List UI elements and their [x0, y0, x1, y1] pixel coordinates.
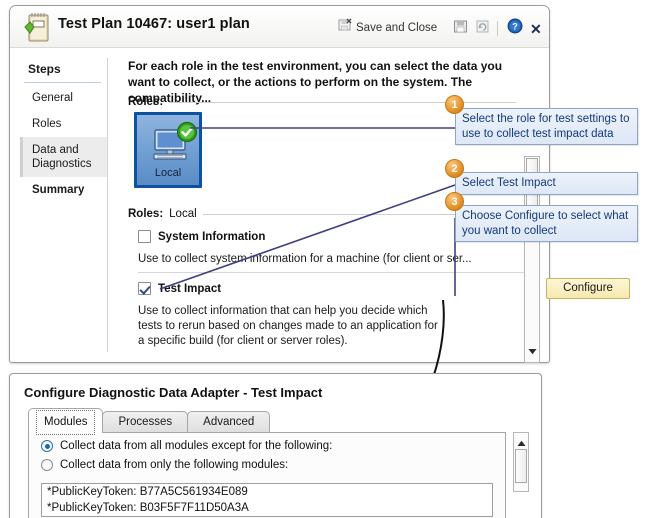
list-item[interactable]: *PublicKeyToken: B77A5C561934E089	[42, 484, 492, 500]
dialog-title: Configure Diagnostic Data Adapter - Test…	[24, 385, 323, 400]
callout-3-text: Choose Configure to select what you want…	[455, 205, 638, 242]
scrollbar-down-arrow-icon[interactable]	[525, 342, 539, 360]
steps-heading: Steps	[28, 62, 61, 76]
radio-only-modules[interactable]	[41, 459, 53, 471]
tab-processes[interactable]: Processes	[102, 411, 189, 433]
radio-row-all-modules[interactable]: Collect data from all modules except for…	[41, 440, 505, 452]
tab-modules-label: Modules	[36, 410, 96, 435]
callout-3: 3 Choose Configure to select what you wa…	[445, 192, 638, 242]
roles-group-rule	[169, 101, 516, 103]
roles-group-label: Roles:	[128, 96, 164, 108]
roles-row-value: Local	[169, 208, 197, 220]
role-tile-caption: Local	[154, 167, 182, 179]
callout-3-number: 3	[445, 192, 464, 211]
close-icon[interactable]: ✕	[530, 22, 542, 36]
svg-text:?: ?	[512, 22, 518, 32]
callout-1-text: Select the role for test settings to use…	[455, 108, 638, 145]
test-impact-configure-button[interactable]: Configure	[546, 278, 630, 299]
tab-modules[interactable]: Modules	[28, 408, 104, 435]
test-impact-label: Test Impact	[158, 282, 222, 295]
adapter-row-test-impact[interactable]: Test Impact	[138, 282, 221, 295]
roles-row-label: Roles:	[128, 208, 164, 220]
list-item[interactable]: *PublicKeyToken: B03F5F7F11D50A3A	[42, 500, 492, 516]
save-and-close-label: Save and Close	[356, 21, 438, 34]
callout-2-text: Select Test Impact	[455, 172, 638, 195]
sidebar-item-general[interactable]: General	[20, 85, 107, 111]
system-information-description: Use to collect system information for a …	[138, 253, 472, 265]
window-title: Test Plan 10467: user1 plan	[58, 16, 250, 32]
radio-all-modules-label: Collect data from all modules except for…	[60, 440, 333, 452]
modules-tab-panel: Collect data from all modules except for…	[28, 432, 506, 518]
role-tile-local[interactable]: Local	[134, 112, 202, 188]
save-and-close-button[interactable]: Save and Close	[338, 18, 437, 37]
sidebar-item-data-and-diagnostics[interactable]: Data and Diagnostics	[20, 137, 107, 177]
steps-divider	[24, 82, 101, 83]
test-impact-checkbox[interactable]	[138, 282, 151, 295]
modules-listbox[interactable]: *PublicKeyToken: B77A5C561934E089 *Publi…	[41, 483, 493, 517]
window-titlebar: Test Plan 10467: user1 plan Save and Clo…	[10, 6, 549, 48]
save-and-close-icon	[338, 18, 352, 37]
screenshot-root: Test Plan 10467: user1 plan Save and Clo…	[0, 0, 648, 518]
callout-1-number: 1	[445, 95, 464, 114]
tab-advanced[interactable]: Advanced	[187, 411, 271, 433]
adapter-row-system-information[interactable]: System Information	[138, 230, 265, 243]
system-information-checkbox[interactable]	[138, 230, 151, 243]
callout-1: 1 Select the role for test settings to u…	[445, 95, 638, 145]
configure-diagnostic-data-adapter-dialog: Configure Diagnostic Data Adapter - Test…	[9, 373, 542, 518]
toolbar-icon-group: ? ✕	[453, 18, 542, 39]
adapter-divider	[138, 272, 526, 273]
scrollbar-thumb[interactable]	[515, 449, 527, 483]
refresh-icon[interactable]	[475, 19, 490, 39]
system-information-label: System Information	[158, 230, 266, 243]
radio-row-only-modules[interactable]: Collect data from only the following mod…	[41, 459, 505, 471]
test-impact-description: Use to collect information that can help…	[138, 305, 438, 347]
sidebar-item-roles[interactable]: Roles	[20, 111, 107, 137]
radio-all-modules[interactable]	[41, 440, 53, 452]
toolbar-divider	[497, 21, 498, 36]
callout-2: 2 Select Test Impact	[445, 159, 638, 195]
test-plan-icon	[22, 12, 52, 44]
dialog-vertical-scrollbar[interactable]	[513, 432, 529, 492]
dialog-tabstrip: Modules Processes Advanced	[28, 408, 271, 435]
steps-sidebar: Steps General Roles Data and Diagnostics…	[20, 58, 108, 352]
callout-2-number: 2	[445, 159, 464, 178]
help-icon[interactable]: ?	[507, 18, 523, 39]
radio-only-modules-label: Collect data from only the following mod…	[60, 459, 289, 471]
green-check-badge-icon	[176, 121, 198, 148]
sidebar-item-summary[interactable]: Summary	[20, 177, 107, 203]
save-icon[interactable]	[453, 19, 468, 39]
